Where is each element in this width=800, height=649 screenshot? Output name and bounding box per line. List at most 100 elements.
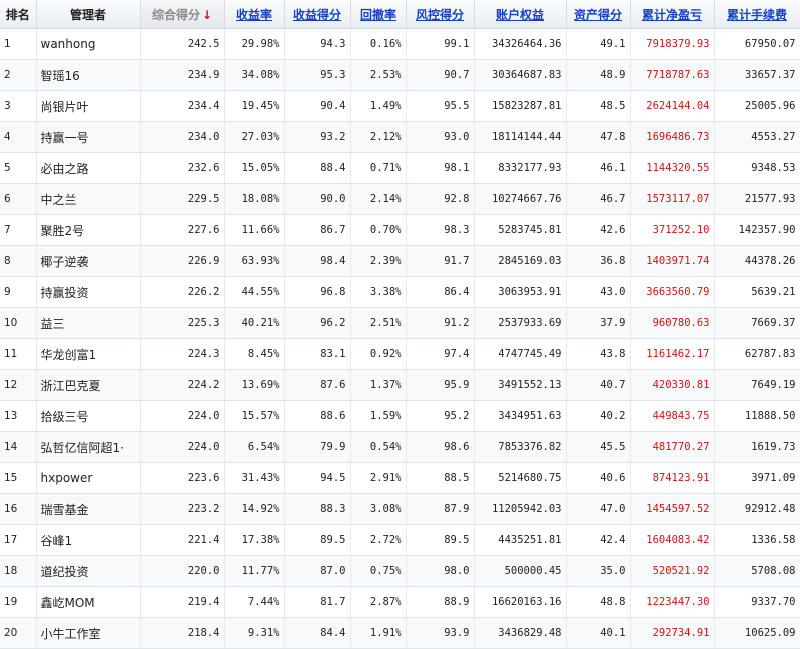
col-header-equity[interactable]: 账户权益 <box>474 0 567 29</box>
cell-risk-score: 97.4 <box>406 338 475 370</box>
cell-return-rate: 40.21% <box>224 307 285 339</box>
ranking-table: 排名 管理者 综合得分 ↓ 收益率 收益得分 回撤率 风控得分 账户权益 资产得分… <box>0 0 800 649</box>
cell-drawdown: 0.54% <box>350 431 407 463</box>
cell-risk-score: 90.7 <box>406 59 475 91</box>
cell-return-score: 98.4 <box>284 245 351 277</box>
cell-cum-fee: 5639.21 <box>714 276 800 308</box>
table-row[interactable]: 3 尚银片叶 234.4 19.45% 90.4 1.49% 95.5 15823287.81… <box>0 90 800 122</box>
cell-cum-fee: 25005.96 <box>714 90 800 122</box>
cell-rank: 5 <box>0 152 37 184</box>
cell-risk-score: 88.5 <box>406 462 475 494</box>
table-row[interactable]: 6 中之兰 229.5 18.08% 90.0 2.14% 92.8 10274667.76 4… <box>0 183 800 215</box>
table-row[interactable]: 4 持赢一号 234.0 27.03% 93.2 2.12% 93.0 18114144.44… <box>0 121 800 153</box>
cell-drawdown: 2.12% <box>350 121 407 153</box>
cell-asset-score: 37.9 <box>566 307 631 339</box>
table-row[interactable]: 18 道纪投资 220.0 11.77% 87.0 0.75% 98.0 500000.45 3… <box>0 555 800 587</box>
cell-cum-fee: 21577.93 <box>714 183 800 215</box>
cell-manager: 拾级三号 <box>36 400 141 432</box>
cell-cum-fee: 33657.37 <box>714 59 800 91</box>
cell-cum-profit: 1223447.30 <box>630 586 715 618</box>
cell-manager: 智瑶16 <box>36 59 141 91</box>
down-arrow-icon: ↓ <box>201 7 213 22</box>
cell-manager: 益三 <box>36 307 141 339</box>
cell-return-score: 87.0 <box>284 555 351 587</box>
cell-return-rate: 44.55% <box>224 276 285 308</box>
cell-manager: 尚银片叶 <box>36 90 141 122</box>
table-row[interactable]: 17 谷峰1 221.4 17.38% 89.5 2.72% 89.5 4435251.81 4… <box>0 524 800 556</box>
table-row[interactable]: 5 必由之路 232.6 15.05% 88.4 0.71% 98.1 8332177.93 4… <box>0 152 800 184</box>
col-header-drawdown[interactable]: 回撤率 <box>350 0 407 29</box>
table-row[interactable]: 13 拾级三号 224.0 15.57% 88.6 1.59% 95.2 3434951.63… <box>0 400 800 432</box>
cell-cum-profit: 1454597.52 <box>630 493 715 525</box>
cell-cum-fee: 10625.09 <box>714 617 800 649</box>
cell-return-rate: 7.44% <box>224 586 285 618</box>
col-header-risk-score[interactable]: 风控得分 <box>406 0 475 29</box>
table-body: 1 wanhong 242.5 29.98% 94.3 0.16% 99.1 34326464… <box>0 28 800 649</box>
col-header-asset-score[interactable]: 资产得分 <box>566 0 631 29</box>
col-header-return-rate[interactable]: 收益率 <box>224 0 285 29</box>
cell-drawdown: 2.39% <box>350 245 407 277</box>
table-row[interactable]: 7 聚胜2号 227.6 11.66% 86.7 0.70% 98.3 5283745.81 4… <box>0 214 800 246</box>
cell-risk-score: 95.5 <box>406 90 475 122</box>
table-row[interactable]: 2 智瑶16 234.9 34.08% 95.3 2.53% 90.7 30364687.83… <box>0 59 800 91</box>
cell-manager: 华龙创富1 <box>36 338 141 370</box>
cell-return-rate: 14.92% <box>224 493 285 525</box>
cell-cum-fee: 142357.90 <box>714 214 800 246</box>
cell-cum-fee: 7649.19 <box>714 369 800 401</box>
cell-total-score: 220.0 <box>140 555 225 587</box>
cell-total-score: 225.3 <box>140 307 225 339</box>
cell-cum-profit: 1403971.74 <box>630 245 715 277</box>
cell-return-score: 88.3 <box>284 493 351 525</box>
cell-total-score: 224.2 <box>140 369 225 401</box>
cell-equity: 7853376.82 <box>474 431 567 463</box>
cell-rank: 20 <box>0 617 37 649</box>
cell-cum-fee: 44378.26 <box>714 245 800 277</box>
cell-total-score: 234.4 <box>140 90 225 122</box>
table-row[interactable]: 10 益三 225.3 40.21% 96.2 2.51% 91.2 2537933.69 37… <box>0 307 800 339</box>
cell-cum-fee: 7669.37 <box>714 307 800 339</box>
col-header-cum-fee[interactable]: 累计手续费 <box>714 0 800 29</box>
cell-risk-score: 89.5 <box>406 524 475 556</box>
cell-drawdown: 2.14% <box>350 183 407 215</box>
cell-risk-score: 91.2 <box>406 307 475 339</box>
cell-risk-score: 92.8 <box>406 183 475 215</box>
table-row[interactable]: 16 瑞雪基金 223.2 14.92% 88.3 3.08% 87.9 11205942.0… <box>0 493 800 525</box>
cell-rank: 1 <box>0 28 37 60</box>
cell-manager: 持赢投资 <box>36 276 141 308</box>
table-row[interactable]: 11 华龙创富1 224.3 8.45% 83.1 0.92% 97.4 4747745.49… <box>0 338 800 370</box>
table-row[interactable]: 19 鑫屹MOM 219.4 7.44% 81.7 2.87% 88.9 16620163.1… <box>0 586 800 618</box>
cell-rank: 4 <box>0 121 37 153</box>
col-header-return-score[interactable]: 收益得分 <box>284 0 351 29</box>
cell-return-score: 96.2 <box>284 307 351 339</box>
cell-manager: 弘哲亿信阿超1· <box>36 431 141 463</box>
cell-asset-score: 40.1 <box>566 617 631 649</box>
cell-return-score: 94.5 <box>284 462 351 494</box>
cell-manager: 椰子逆袭 <box>36 245 141 277</box>
cell-cum-profit: 7718787.63 <box>630 59 715 91</box>
table-row[interactable]: 15 hxpower 223.6 31.43% 94.5 2.91% 88.5 5214680… <box>0 462 800 494</box>
cell-return-rate: 8.45% <box>224 338 285 370</box>
table-row[interactable]: 1 wanhong 242.5 29.98% 94.3 0.16% 99.1 34326464… <box>0 28 800 60</box>
table-row[interactable]: 20 小牛工作室 218.4 9.31% 84.4 1.91% 93.9 3436829.48… <box>0 617 800 649</box>
table-row[interactable]: 9 持赢投资 226.2 44.55% 96.8 3.38% 86.4 3063953.91 4… <box>0 276 800 308</box>
cell-return-score: 83.1 <box>284 338 351 370</box>
cell-cum-profit: 3663560.79 <box>630 276 715 308</box>
cell-equity: 8332177.93 <box>474 152 567 184</box>
cell-total-score: 234.0 <box>140 121 225 153</box>
cell-total-score: 229.5 <box>140 183 225 215</box>
table-row[interactable]: 14 弘哲亿信阿超1· 224.0 6.54% 79.9 0.54% 98.6 7853376… <box>0 431 800 463</box>
table-row[interactable]: 12 浙江巴克夏 224.2 13.69% 87.6 1.37% 95.9 3491552.1… <box>0 369 800 401</box>
cell-cum-fee: 62787.83 <box>714 338 800 370</box>
cell-total-score: 232.6 <box>140 152 225 184</box>
cell-return-rate: 17.38% <box>224 524 285 556</box>
cell-drawdown: 0.16% <box>350 28 407 60</box>
table-row[interactable]: 8 椰子逆袭 226.9 63.93% 98.4 2.39% 91.7 2845169.03 3… <box>0 245 800 277</box>
cell-asset-score: 48.8 <box>566 586 631 618</box>
cell-equity: 5283745.81 <box>474 214 567 246</box>
cell-asset-score: 49.1 <box>566 28 631 60</box>
cell-cum-profit: 7918379.93 <box>630 28 715 60</box>
cell-risk-score: 87.9 <box>406 493 475 525</box>
col-header-cum-profit[interactable]: 累计净盈亏 <box>630 0 715 29</box>
col-header-total-score[interactable]: 综合得分 ↓ <box>140 0 225 29</box>
cell-cum-fee: 92912.48 <box>714 493 800 525</box>
